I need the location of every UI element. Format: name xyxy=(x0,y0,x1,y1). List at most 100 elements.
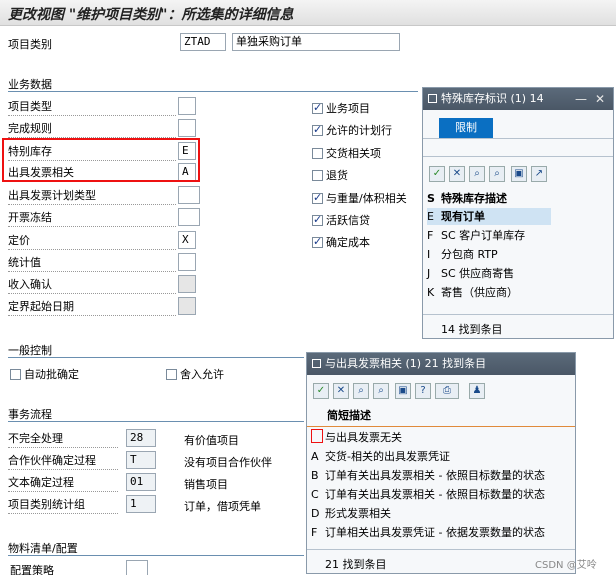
list-item[interactable]: B 订单有关出具发票相关 - 依照目标数量的状态 xyxy=(311,467,573,484)
column-header: 简短描述 xyxy=(327,409,371,422)
checkbox-label: 自动批确定 xyxy=(24,368,79,381)
confirm-icon[interactable]: ✓ xyxy=(429,166,445,182)
status-divider xyxy=(307,549,575,550)
checkbox-credit-active[interactable]: 活跃信贷 xyxy=(312,212,370,229)
find-next-icon[interactable]: ⌕ xyxy=(373,383,389,399)
save-icon[interactable]: ▣ xyxy=(395,383,411,399)
find-icon[interactable]: ⌕ xyxy=(353,383,369,399)
checkbox-returns[interactable]: 退货 xyxy=(312,168,348,184)
checkbox-icon[interactable] xyxy=(312,148,323,159)
desc-column-header: 特殊库存描述 xyxy=(441,192,507,205)
checkbox-delivery-relevant[interactable]: 交货相关项 xyxy=(312,146,381,162)
list-item[interactable]: A 交货-相关的出具发票凭证 xyxy=(311,448,573,465)
row-text: SC 供应商寄售 xyxy=(441,267,515,280)
row-text: 寄售（供应商） xyxy=(441,286,518,299)
list-item[interactable]: I 分包商 RTP xyxy=(427,246,611,263)
list-item[interactable]: F 订单相关出具发票凭证 - 依据发票数量的状态 xyxy=(311,524,573,541)
row-text: 现有订单 xyxy=(441,210,485,223)
checkbox-label: 舍入允许 xyxy=(180,368,224,381)
print-icon[interactable]: ⎙ xyxy=(435,383,459,399)
field-label: 定界起始日期 xyxy=(8,298,176,316)
list-item[interactable]: F SC 客户订单库存 xyxy=(427,227,611,244)
field-label: 不完全处理 xyxy=(8,430,118,448)
window-icon xyxy=(428,94,437,103)
checkbox-icon[interactable] xyxy=(312,100,323,116)
field-label: 完成规则 xyxy=(8,120,176,138)
checkbox-label: 允许的计划行 xyxy=(326,124,392,137)
checkbox-icon[interactable] xyxy=(10,369,21,380)
export-icon[interactable]: ↗ xyxy=(531,166,547,182)
text-proc-input[interactable]: 01 xyxy=(126,473,156,491)
checkbox-schedule-line-allowed[interactable]: 允许的计划行 xyxy=(312,122,392,139)
row-text: 订单相关出具发票凭证 - 依据发票数量的状态 xyxy=(325,526,545,539)
item-type-input[interactable] xyxy=(178,97,196,115)
find-next-icon[interactable]: ⌕ xyxy=(489,166,505,182)
billing-plan-type-input[interactable] xyxy=(178,186,200,204)
popup-title: 特殊库存标识 (1) 14 xyxy=(441,92,544,105)
statistical-value-input[interactable] xyxy=(178,253,196,271)
field-desc: 销售项目 xyxy=(184,478,228,491)
find-icon[interactable]: ⌕ xyxy=(469,166,485,182)
row-text: 交货-相关的出具发票凭证 xyxy=(325,450,450,463)
confirm-icon[interactable]: ✓ xyxy=(313,383,329,399)
checkbox-weight-volume[interactable]: 与重量/体积相关 xyxy=(312,190,407,207)
cancel-icon[interactable]: ✕ xyxy=(333,383,349,399)
field-label: 文本确定过程 xyxy=(8,474,118,492)
delimitation-start-input[interactable] xyxy=(178,297,196,315)
list-item[interactable]: C 订单有关出具发票相关 - 依照目标数量的状态 xyxy=(311,486,573,503)
config-strategy-input[interactable] xyxy=(126,560,148,575)
item-category-input[interactable]: ZTAD xyxy=(180,33,226,51)
cancel-icon[interactable]: ✕ xyxy=(449,166,465,182)
window-icon xyxy=(312,359,321,368)
checkbox-icon[interactable] xyxy=(166,369,177,380)
field-label: 开票冻结 xyxy=(8,209,176,227)
tab-restrictions[interactable]: 限制 xyxy=(439,118,493,138)
completion-rule-input[interactable] xyxy=(178,119,196,137)
pricing-input[interactable]: X xyxy=(178,231,196,249)
minimize-icon[interactable]: — xyxy=(575,88,587,110)
incompletion-proc-input[interactable]: 28 xyxy=(126,429,156,447)
help-icon[interactable]: ? xyxy=(415,383,431,399)
row-key: E xyxy=(427,210,434,223)
checkbox-rounding-allowed[interactable]: 舍入允许 xyxy=(166,367,224,383)
popup-title-bar: 与出具发票相关 (1) 21 找到条目 xyxy=(307,353,575,375)
list-item[interactable]: J SC 供应商寄售 xyxy=(427,265,611,282)
key-column-header: S xyxy=(427,192,435,205)
row-text: 形式发票相关 xyxy=(325,507,391,520)
list-item[interactable]: 与出具发票无关 xyxy=(311,429,573,446)
row-key: A xyxy=(311,450,319,463)
field-label: 定价 xyxy=(8,232,176,250)
column-header: S 特殊库存描述 xyxy=(427,190,611,207)
settings-icon[interactable]: ♟ xyxy=(469,383,485,399)
checkbox-icon[interactable] xyxy=(312,234,323,250)
list-item[interactable]: E 现有订单 xyxy=(427,208,551,225)
save-icon[interactable]: ▣ xyxy=(511,166,527,182)
list-item[interactable]: D 形式发票相关 xyxy=(311,505,573,522)
checkbox-icon[interactable] xyxy=(312,212,323,228)
checkbox-icon[interactable] xyxy=(312,170,323,181)
list-item[interactable]: K 寄售（供应商） xyxy=(427,284,611,301)
row-text: 订单有关出具发票相关 - 依照目标数量的状态 xyxy=(325,469,545,482)
item-category-desc-input[interactable]: 单独采购订单 xyxy=(232,33,400,51)
checkbox-label: 业务项目 xyxy=(326,102,370,115)
close-icon[interactable]: ✕ xyxy=(595,88,605,110)
row-text: 与出具发票无关 xyxy=(325,431,402,444)
partner-proc-input[interactable]: T xyxy=(126,451,156,469)
checkbox-label: 活跃信贷 xyxy=(326,214,370,227)
field-desc: 订单，借项凭单 xyxy=(184,500,261,513)
toolbar-divider xyxy=(423,156,613,157)
checkbox-determine-cost[interactable]: 确定成本 xyxy=(312,234,370,251)
checkbox-icon[interactable] xyxy=(312,122,323,138)
stat-group-input[interactable]: 1 xyxy=(126,495,156,513)
status-divider xyxy=(423,314,613,315)
checkbox-business-item[interactable]: 业务项目 xyxy=(312,100,370,117)
checkbox-icon[interactable] xyxy=(312,190,323,206)
checkbox-auto-batch[interactable]: 自动批确定 xyxy=(10,367,79,383)
revenue-recognition-input[interactable] xyxy=(178,275,196,293)
status-text: 21 找到条目 xyxy=(325,558,387,571)
special-stock-popup: 特殊库存标识 (1) 14 — ✕ 限制 ✓ ✕ ⌕ ⌕ ▣ ↗ S 特殊库存描述… xyxy=(422,87,614,339)
popup-title-bar: 特殊库存标识 (1) 14 — ✕ xyxy=(423,88,613,110)
billing-block-input[interactable] xyxy=(178,208,200,226)
checkbox-label: 退货 xyxy=(326,169,348,182)
tab-divider xyxy=(423,138,613,139)
